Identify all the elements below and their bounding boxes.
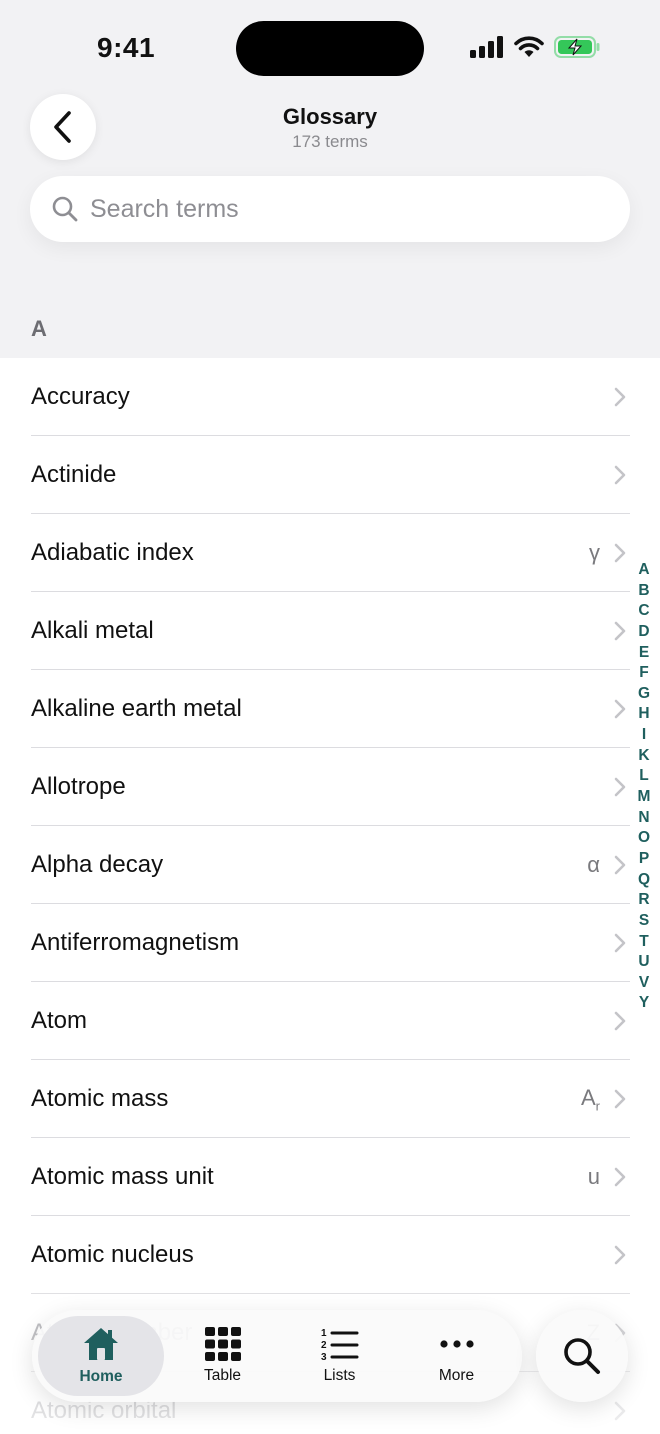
- index-letter[interactable]: T: [639, 932, 648, 953]
- glossary-row[interactable]: Antiferromagnetism: [0, 904, 660, 982]
- search-input[interactable]: [90, 194, 570, 224]
- numbered-list-icon: 1 2 3: [321, 1328, 358, 1361]
- term-symbol: Ar: [580, 1084, 600, 1114]
- term-label: Alkali metal: [31, 617, 154, 644]
- more-icon: [439, 1340, 474, 1348]
- chevron-right-icon: [614, 1245, 626, 1265]
- page-title: Glossary: [282, 104, 378, 129]
- chevron-right-icon: [614, 543, 626, 563]
- alphabet-index[interactable]: ABCDEFGHIKLMNOPQRSTUVY: [634, 560, 654, 1014]
- index-letter[interactable]: Q: [638, 870, 650, 891]
- grid-icon: [204, 1327, 241, 1361]
- chevron-right-icon: [614, 1167, 626, 1187]
- index-letter[interactable]: U: [638, 952, 649, 973]
- tab-table-label: Table: [203, 1367, 242, 1384]
- search-button[interactable]: [536, 1310, 628, 1402]
- index-letter[interactable]: A: [638, 560, 649, 581]
- index-letter[interactable]: N: [638, 808, 649, 829]
- tab-more-label: More: [438, 1367, 475, 1384]
- index-letter[interactable]: Y: [639, 993, 649, 1014]
- glossary-row[interactable]: Accuracy: [0, 358, 660, 436]
- chevron-right-icon: [614, 465, 626, 485]
- index-letter[interactable]: I: [642, 725, 646, 746]
- dynamic-island: [236, 21, 424, 76]
- index-letter[interactable]: K: [638, 746, 649, 767]
- index-letter[interactable]: B: [638, 581, 649, 602]
- index-letter[interactable]: S: [639, 911, 649, 932]
- search-icon: [52, 196, 78, 222]
- term-label: Atomic mass: [31, 1085, 169, 1112]
- glossary-row[interactable]: Atomic mass unit u: [0, 1138, 660, 1216]
- term-label: Accuracy: [31, 383, 130, 410]
- chevron-right-icon: [614, 1011, 626, 1031]
- term-count: 173 terms: [292, 132, 368, 151]
- index-letter[interactable]: F: [639, 663, 648, 684]
- glossary-row[interactable]: Alkali metal: [0, 592, 660, 670]
- tab-bar: Home Table 1 2 3 Lists More: [32, 1310, 522, 1402]
- term-label: Adiabatic index: [31, 539, 194, 566]
- glossary-row[interactable]: Atom: [0, 982, 660, 1060]
- index-letter[interactable]: H: [638, 704, 649, 725]
- glossary-list: Accuracy Actinide Adiabatic index γ Alkali m…: [0, 358, 660, 1434]
- nav-header: Glossary 173 terms: [0, 92, 660, 162]
- tab-home-label: Home: [79, 1368, 123, 1385]
- glossary-row[interactable]: Atomic nucleus: [0, 1216, 660, 1294]
- term-symbol: γ: [589, 540, 600, 565]
- chevron-right-icon: [614, 777, 626, 797]
- section-header: A: [31, 316, 47, 341]
- index-letter[interactable]: G: [638, 684, 650, 705]
- index-letter[interactable]: O: [638, 828, 650, 849]
- index-letter[interactable]: P: [639, 849, 649, 870]
- tab-home[interactable]: Home: [38, 1316, 164, 1396]
- term-label: Antiferromagnetism: [31, 929, 240, 956]
- term-symbol: α: [587, 852, 600, 877]
- wifi-icon: [514, 36, 544, 57]
- term-label: Atomic mass unit: [31, 1163, 214, 1190]
- chevron-right-icon: [614, 699, 626, 719]
- index-letter[interactable]: V: [639, 973, 649, 994]
- term-label: Allotrope: [31, 773, 126, 800]
- index-letter[interactable]: R: [638, 890, 649, 911]
- glossary-row[interactable]: Atomic mass Ar: [0, 1060, 660, 1138]
- index-letter[interactable]: C: [638, 601, 649, 622]
- glossary-row[interactable]: Adiabatic index γ: [0, 514, 660, 592]
- term-label: Atom: [31, 1007, 88, 1034]
- tab-lists-label: Lists: [323, 1367, 356, 1384]
- search-bar[interactable]: [30, 176, 630, 242]
- term-label: Atomic nucleus: [31, 1241, 194, 1268]
- term-label: Alkaline earth metal: [31, 695, 242, 722]
- index-letter[interactable]: D: [638, 622, 649, 643]
- glossary-row[interactable]: Actinide: [0, 436, 660, 514]
- tab-more[interactable]: More: [398, 1316, 515, 1396]
- svg-text:1: 1: [321, 1328, 327, 1339]
- status-bar: 9:41: [0, 0, 660, 96]
- svg-text:3: 3: [321, 1352, 327, 1361]
- term-label: Alpha decay: [31, 851, 164, 878]
- glossary-row[interactable]: Allotrope: [0, 748, 660, 826]
- index-letter[interactable]: M: [638, 787, 651, 808]
- svg-text:2: 2: [321, 1340, 327, 1351]
- tab-lists[interactable]: 1 2 3 Lists: [281, 1316, 398, 1396]
- chevron-right-icon: [614, 933, 626, 953]
- battery-charging-icon: [554, 36, 600, 58]
- chevron-right-icon: [614, 387, 626, 407]
- chevron-right-icon: [614, 855, 626, 875]
- status-time: 9:41: [97, 32, 156, 63]
- glossary-row[interactable]: Alpha decay α: [0, 826, 660, 904]
- chevron-right-icon: [614, 1401, 626, 1421]
- cellular-signal-icon: [470, 36, 503, 58]
- chevron-right-icon: [614, 1089, 626, 1109]
- tab-table[interactable]: Table: [164, 1316, 281, 1396]
- chevron-right-icon: [614, 621, 626, 641]
- glossary-row[interactable]: Alkaline earth metal: [0, 670, 660, 748]
- home-icon: [84, 1328, 118, 1360]
- index-letter[interactable]: L: [639, 766, 648, 787]
- status-icons: [470, 36, 600, 58]
- term-label: Actinide: [31, 461, 117, 488]
- index-letter[interactable]: E: [639, 643, 649, 664]
- search-icon: [564, 1338, 600, 1374]
- term-symbol: u: [587, 1164, 600, 1189]
